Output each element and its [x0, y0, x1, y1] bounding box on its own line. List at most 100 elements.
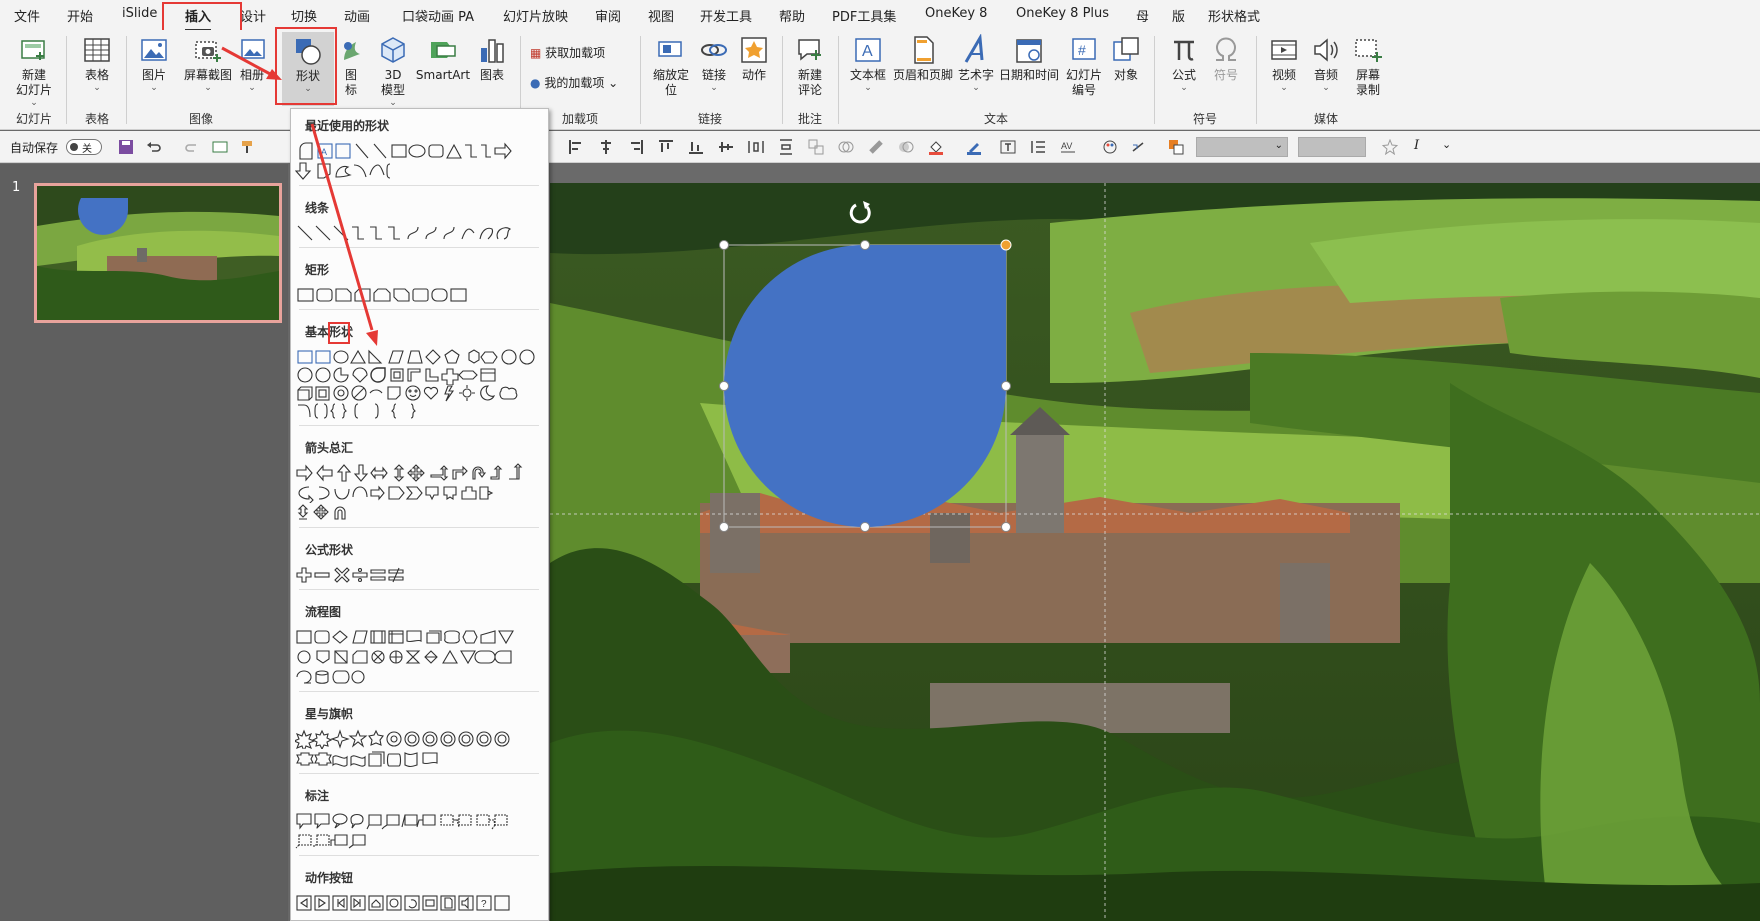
menu-shape-format[interactable]: 形状格式: [1208, 6, 1260, 25]
callouts-row-2[interactable]: [295, 831, 545, 851]
slide-canvas[interactable]: [550, 183, 1760, 921]
flowchart-row-2[interactable]: [295, 647, 545, 667]
teardrop-shape-selection[interactable]: [550, 183, 1760, 921]
text-box-icon[interactable]: [1000, 139, 1016, 155]
align-left-icon[interactable]: [568, 139, 584, 155]
distribute-h-icon[interactable]: [748, 139, 764, 155]
autosave-toggle[interactable]: 关: [66, 139, 102, 155]
menu-review[interactable]: 审阅: [595, 6, 621, 25]
menu-onekey8[interactable]: OneKey 8: [925, 6, 987, 21]
link-button[interactable]: 链接 ⌄: [696, 34, 732, 93]
symbol-button[interactable]: 符号: [1206, 34, 1246, 83]
resize-handle[interactable]: [860, 240, 870, 250]
flowchart-row-1[interactable]: [295, 627, 545, 647]
menu-animations[interactable]: 动画: [344, 6, 370, 25]
wordart-button[interactable]: 艺术字 ⌄: [956, 34, 996, 93]
resize-handle[interactable]: [860, 522, 870, 532]
menu-master[interactable]: 母: [1136, 6, 1149, 25]
slide-show-icon[interactable]: [212, 139, 228, 155]
menu-slideshow[interactable]: 幻灯片放映: [503, 6, 568, 25]
adjust-handle[interactable]: [1000, 239, 1012, 251]
outline-color-icon[interactable]: [966, 139, 982, 155]
audio-button[interactable]: 音频 ⌄: [1306, 34, 1346, 93]
table-button[interactable]: 表格 ⌄: [74, 34, 120, 93]
line-spacing-icon[interactable]: [1030, 139, 1046, 155]
rotate-handle-icon[interactable]: [849, 203, 871, 224]
equation-shapes-row[interactable]: [295, 565, 545, 585]
menu-home[interactable]: 开始: [67, 6, 93, 25]
resize-handle[interactable]: [1001, 381, 1011, 391]
album-button[interactable]: 相册 ⌄: [236, 34, 268, 93]
stars-row-1[interactable]: [295, 729, 545, 749]
menu-onekey8-plus[interactable]: OneKey 8 Plus: [1016, 6, 1109, 21]
save-icon[interactable]: [118, 139, 134, 155]
header-footer-button[interactable]: 页眉和页脚: [892, 34, 954, 83]
resize-handle[interactable]: [719, 381, 729, 391]
icons-button[interactable]: 图 标: [336, 34, 366, 98]
undo-icon[interactable]: [146, 139, 162, 155]
align-center-icon[interactable]: [598, 139, 614, 155]
menu-design[interactable]: 设计: [240, 6, 266, 25]
basic-shapes-row-3[interactable]: [295, 383, 545, 403]
smartart-button[interactable]: SmartArt: [414, 34, 472, 83]
resize-handle[interactable]: [1001, 522, 1011, 532]
rotate-icon[interactable]: [1130, 139, 1146, 155]
font-select[interactable]: ⌄: [1196, 137, 1288, 157]
resize-handle[interactable]: [719, 522, 729, 532]
align-middle-icon[interactable]: [718, 139, 734, 155]
align-bottom-icon[interactable]: [688, 139, 704, 155]
chart-button[interactable]: 图表: [474, 34, 510, 83]
get-addins-button[interactable]: ▦ 获取加载项: [530, 44, 605, 61]
menu-pdf-tools[interactable]: PDF工具集: [832, 6, 896, 25]
recent-shapes-row[interactable]: A: [295, 141, 545, 161]
resize-handle[interactable]: [719, 240, 729, 250]
basic-shapes-row-1[interactable]: [295, 347, 545, 367]
intersect-icon[interactable]: [868, 139, 884, 155]
align-right-icon[interactable]: [628, 139, 644, 155]
callouts-row-1[interactable]: [295, 811, 545, 831]
menu-help[interactable]: 帮助: [779, 6, 805, 25]
my-addins-button[interactable]: ● 我的加载项 ⌄: [530, 74, 618, 91]
menu-developer[interactable]: 开发工具: [700, 6, 752, 25]
teardrop-shape[interactable]: [724, 245, 1006, 527]
new-slide-button[interactable]: 新建 幻灯片 ⌄: [8, 34, 60, 108]
redo-icon[interactable]: [184, 139, 200, 155]
video-button[interactable]: 视频 ⌄: [1264, 34, 1304, 93]
merge-icon[interactable]: [838, 139, 854, 155]
zoom-button[interactable]: 缩放定 位: [648, 34, 694, 98]
action-buttons-row[interactable]: ?: [295, 893, 545, 913]
textbox-button[interactable]: A 文本框 ⌄: [846, 34, 890, 93]
object-button[interactable]: 对象: [1106, 34, 1146, 83]
equation-button[interactable]: 公式 ⌄: [1164, 34, 1204, 93]
basic-shapes-row-2[interactable]: [295, 365, 545, 385]
recent-shapes-row-2[interactable]: [295, 161, 545, 181]
menu-layout[interactable]: 版: [1172, 6, 1185, 25]
arrows-row-3[interactable]: [295, 503, 545, 523]
char-spacing-icon[interactable]: AV: [1060, 139, 1076, 155]
group-icon[interactable]: [808, 139, 824, 155]
size-select[interactable]: [1298, 137, 1366, 157]
menu-islide[interactable]: iSlide: [122, 6, 157, 21]
arrows-row-2[interactable]: [295, 483, 545, 503]
slide-number-button[interactable]: # 幻灯片 编号: [1062, 34, 1106, 98]
rectangles-row[interactable]: [295, 285, 545, 305]
slide-thumbnail[interactable]: [34, 183, 282, 323]
italic-icon[interactable]: I: [1414, 138, 1419, 153]
picture-button[interactable]: 图片 ⌄: [134, 34, 174, 93]
bring-front-icon[interactable]: [1168, 139, 1184, 155]
more-icon[interactable]: ⌄: [1442, 138, 1451, 151]
new-comment-button[interactable]: 新建 评论: [790, 34, 830, 98]
subtract-icon[interactable]: [898, 139, 914, 155]
fill-color-icon[interactable]: [928, 139, 944, 155]
menu-pocket-animation[interactable]: 口袋动画 PA: [402, 6, 474, 25]
align-top-icon[interactable]: [658, 139, 674, 155]
menu-file[interactable]: 文件: [14, 6, 40, 25]
arrows-row-1[interactable]: [295, 463, 545, 483]
menu-view[interactable]: 视图: [648, 6, 674, 25]
menu-transitions[interactable]: 切换: [291, 6, 317, 25]
basic-shapes-row-4[interactable]: [295, 401, 545, 421]
distribute-v-icon[interactable]: [778, 139, 794, 155]
datetime-button[interactable]: 日期和时间: [998, 34, 1060, 83]
3d-model-button[interactable]: 3D 模型 ⌄: [370, 34, 416, 108]
color-picker-icon[interactable]: [1102, 139, 1118, 155]
